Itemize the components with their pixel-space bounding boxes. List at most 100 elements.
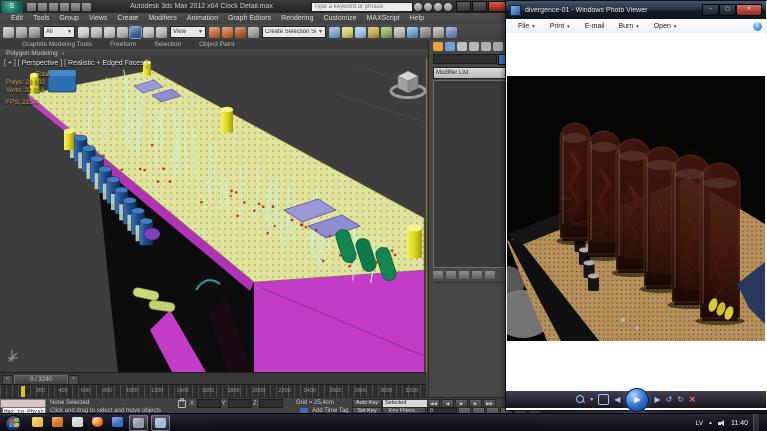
align-icon[interactable] — [342, 27, 353, 38]
graphite-ribbon-toggle-icon[interactable] — [368, 27, 379, 38]
render-production-icon[interactable] — [446, 27, 457, 38]
start-button[interactable] — [5, 415, 22, 431]
viewport-label[interactable]: [ + ] [ Perspective ] [ Realistic + Edge… — [4, 60, 148, 67]
reference-coordinate-dropdown[interactable]: View▼ — [170, 26, 206, 38]
show-desktop-button[interactable] — [753, 414, 759, 431]
save-file-icon[interactable] — [49, 3, 58, 11]
rectangular-selection-region-icon[interactable] — [104, 27, 115, 38]
infocenter-search-input[interactable] — [311, 2, 413, 12]
menu-item[interactable]: Views — [84, 15, 113, 22]
new-scene-icon[interactable] — [27, 3, 36, 11]
language-indicator[interactable]: LV — [696, 420, 703, 427]
photo-viewer-taskbar-icon[interactable] — [151, 415, 170, 431]
y-coordinate-field[interactable] — [228, 399, 252, 408]
z-coordinate-field[interactable] — [259, 399, 283, 408]
light-app-icon[interactable] — [69, 415, 86, 429]
schematic-view-icon[interactable] — [394, 27, 405, 38]
modifier-stack-list[interactable] — [433, 80, 509, 268]
select-and-link-icon[interactable] — [3, 27, 14, 38]
menu-item[interactable]: Help — [405, 15, 429, 22]
rotate-clockwise-button[interactable]: ↻ — [677, 395, 684, 405]
unlink-selection-icon[interactable] — [16, 27, 27, 38]
menu-item[interactable]: Animation — [182, 15, 223, 22]
zoom-icon[interactable] — [576, 395, 585, 404]
ribbon-tab[interactable]: Selection — [146, 40, 189, 49]
object-name-field[interactable] — [433, 54, 497, 64]
snaps-toggle-icon[interactable] — [209, 27, 220, 38]
undo-icon[interactable] — [60, 3, 69, 11]
track-bar-position-marker[interactable] — [21, 386, 25, 397]
sign-in-icon[interactable] — [414, 3, 422, 11]
open-file-icon[interactable] — [38, 3, 47, 11]
viewer-minimize-button[interactable]: – — [702, 4, 719, 16]
previous-image-button[interactable]: ◀ — [614, 395, 620, 405]
viewer-maximize-button[interactable]: ▢ — [719, 4, 736, 16]
create-tab-icon[interactable] — [433, 42, 443, 51]
angle-snap-icon[interactable] — [222, 27, 233, 38]
hierarchy-tab-icon[interactable] — [457, 42, 467, 51]
project-folder-icon[interactable] — [82, 3, 91, 11]
configure-modifier-sets-icon[interactable] — [485, 271, 495, 279]
play-slideshow-button[interactable]: ▶ — [625, 388, 649, 412]
blue-app-icon[interactable] — [109, 415, 126, 429]
minimize-button[interactable] — [456, 1, 471, 12]
menu-item[interactable]: Customize — [318, 15, 361, 22]
help-icon[interactable] — [444, 3, 452, 11]
make-unique-icon[interactable] — [459, 271, 469, 279]
viewer-menu-item[interactable]: File▼ — [512, 23, 542, 30]
menu-item[interactable]: Rendering — [276, 15, 318, 22]
modifier-list-dropdown[interactable]: Modifier List▼ — [433, 67, 513, 79]
bind-to-space-warp-icon[interactable] — [29, 27, 40, 38]
mirror-icon[interactable] — [329, 27, 340, 38]
edit-named-selection-icon[interactable] — [248, 27, 259, 38]
3dsmax-titlebar[interactable]: S Autodesk 3ds Max 2012 x64 Clock Detail… — [0, 0, 510, 13]
select-object-icon[interactable] — [78, 27, 89, 38]
pin-stack-icon[interactable] — [433, 271, 443, 279]
menu-item[interactable]: MAXScript — [362, 15, 405, 22]
perspective-viewport[interactable]: [ + ] [ Perspective ] [ Realistic + Edge… — [0, 58, 427, 372]
select-and-scale-icon[interactable] — [156, 27, 167, 38]
firefox-icon[interactable] — [89, 415, 106, 429]
rendered-frame-window-icon[interactable] — [433, 27, 444, 38]
select-by-name-icon[interactable] — [91, 27, 102, 38]
3dsmax-taskbar-icon[interactable] — [129, 415, 148, 431]
actual-size-icon[interactable] — [598, 394, 609, 405]
viewer-menu-item[interactable]: Open▼ — [648, 23, 684, 30]
viewer-close-button[interactable]: ✕ — [736, 4, 762, 16]
track-bar[interactable]: 2004006008001000120014001600180020002200… — [0, 384, 426, 398]
menu-item[interactable]: Group — [54, 15, 83, 22]
delete-button[interactable]: ✕ — [689, 395, 696, 404]
select-and-rotate-icon[interactable] — [143, 27, 154, 38]
window-crossing-icon[interactable] — [117, 27, 128, 38]
ribbon-tab[interactable]: Graphite Modeling Tools — [14, 40, 100, 49]
selection-filter-dropdown[interactable]: All▼ — [43, 26, 75, 38]
remove-modifier-icon[interactable] — [472, 271, 482, 279]
render-setup-icon[interactable] — [420, 27, 431, 38]
zoom-dropdown-arrow[interactable]: ▾ — [590, 395, 593, 405]
clock[interactable]: 11:40 — [731, 420, 748, 427]
display-tab-icon[interactable] — [481, 42, 491, 51]
curve-editor-icon[interactable] — [381, 27, 392, 38]
menu-item[interactable]: Tools — [28, 15, 54, 22]
ribbon-tab[interactable]: Object Paint — [191, 40, 242, 49]
show-end-result-icon[interactable] — [446, 271, 456, 279]
favorites-icon[interactable] — [434, 3, 442, 11]
next-image-button[interactable]: ▶ — [654, 395, 660, 405]
ribbon-tab[interactable]: Freeform — [102, 40, 144, 49]
percent-snap-icon[interactable] — [235, 27, 246, 38]
material-editor-icon[interactable] — [407, 27, 418, 38]
rotate-counterclockwise-button[interactable]: ↺ — [666, 395, 673, 405]
viewer-menu-item[interactable]: E-mail▼ — [579, 23, 611, 30]
viewer-menu-item[interactable]: Print▼ — [544, 23, 577, 30]
photo-viewer-titlebar[interactable]: divergence-01 - Windows Photo Viewer – ▢… — [506, 1, 766, 19]
x-coordinate-field[interactable] — [197, 399, 221, 408]
named-selection-dropdown[interactable]: Create Selection Se▼ — [262, 26, 326, 38]
application-menu-button[interactable]: S — [1, 1, 23, 13]
viewer-menu-item[interactable]: Burn▼ — [612, 23, 645, 30]
explorer-icon[interactable] — [29, 415, 46, 429]
hidden-icons-arrow[interactable]: ▲ — [708, 420, 713, 426]
modify-tab-icon[interactable] — [445, 42, 455, 51]
menu-item[interactable]: Graph Editors — [223, 15, 276, 22]
maximize-button[interactable] — [472, 1, 487, 12]
utilities-tab-icon[interactable] — [493, 42, 503, 51]
